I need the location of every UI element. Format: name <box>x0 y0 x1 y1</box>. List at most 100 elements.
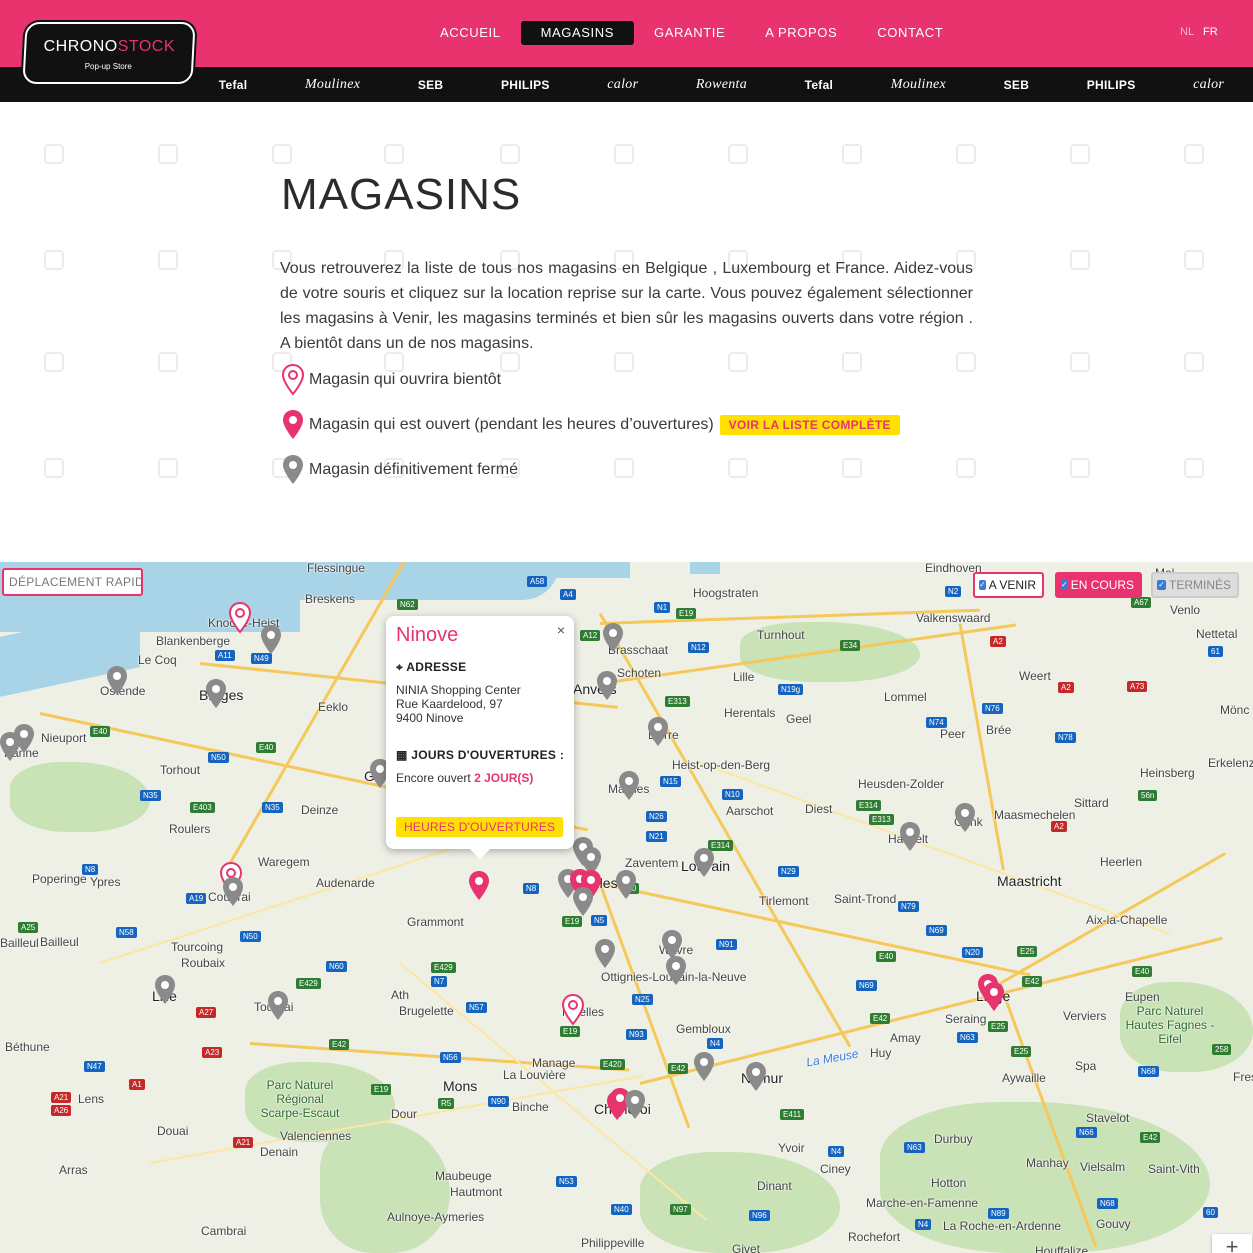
store-marker-closed[interactable] <box>646 716 670 748</box>
place-label: Yvoir <box>778 1141 805 1155</box>
opening-hours-button[interactable]: HEURES D'OUVERTURES <box>396 817 564 837</box>
road-shield: N19g <box>778 684 804 695</box>
road-shield: N4 <box>915 1219 932 1230</box>
popup-close-button[interactable]: × <box>557 622 565 638</box>
nav-magasins[interactable]: MAGASINS <box>520 21 634 45</box>
store-marker-closed[interactable] <box>595 670 619 702</box>
store-marker-closed[interactable] <box>744 1061 768 1093</box>
place-label: Roulers <box>169 822 211 836</box>
appliance-icon <box>728 144 748 164</box>
popup-hours-heading: ▦ JOURS D'OUVERTURES : <box>396 748 565 762</box>
road-shield: E19 <box>371 1084 392 1095</box>
appliance-icon <box>158 352 178 372</box>
store-marker-open[interactable] <box>982 981 1006 1013</box>
store-marker-closed[interactable] <box>953 802 977 834</box>
road-shield: A21 <box>51 1092 72 1103</box>
page-title: MAGASINS <box>281 170 522 219</box>
appliance-icon <box>158 458 178 478</box>
place-label: Givet <box>732 1242 761 1253</box>
place-label: Dinant <box>757 1179 792 1193</box>
place-label: Eeklo <box>318 700 349 714</box>
filter-en-cours[interactable]: ✓ EN COURS <box>1055 572 1142 598</box>
store-marker-closed[interactable] <box>221 876 245 908</box>
store-marker-closed[interactable] <box>105 665 129 697</box>
store-marker-closed[interactable] <box>898 821 922 853</box>
zoom-in-button[interactable]: + <box>1212 1234 1252 1253</box>
road-shield: N68 <box>1138 1066 1159 1077</box>
nav-a-propos[interactable]: A PROPOS <box>745 21 857 45</box>
road-shield: N26 <box>646 811 667 822</box>
store-marker-closed[interactable] <box>593 938 617 970</box>
nav-garantie[interactable]: GARANTIE <box>634 21 745 45</box>
map-marker-icon: ⌖ <box>396 660 404 674</box>
place-label: Hoogstraten <box>693 586 759 600</box>
road-shield: N68 <box>1097 1198 1118 1209</box>
place-label: Schoten <box>617 666 662 680</box>
place-label: Denain <box>260 1145 299 1159</box>
store-marker-soon[interactable] <box>561 994 585 1026</box>
road-shield: N62 <box>397 599 418 610</box>
filter-a-venir[interactable]: ✓ A VENIR <box>973 572 1044 598</box>
store-map[interactable]: A58 A4 N62 N1 E19 A12 N12 E34 A11 N49 E3… <box>0 562 1253 1253</box>
road-shield: A27 <box>196 1007 217 1018</box>
road-shield: N2 <box>945 586 962 597</box>
popup-title: Ninove <box>396 624 459 646</box>
place-label: Bailleul <box>40 935 79 949</box>
lang-nl[interactable]: NL <box>1180 26 1194 38</box>
place-label: Peer <box>940 727 966 741</box>
place-label: Manage <box>532 1056 576 1070</box>
place-label: Fresnes <box>1233 1070 1253 1084</box>
store-marker-closed[interactable] <box>12 723 36 755</box>
store-marker-closed[interactable] <box>692 1051 716 1083</box>
legend-closed-label: Magasin définitivement fermé <box>309 461 518 478</box>
place-label: Lille <box>733 670 755 684</box>
road-shield: 61 <box>1208 646 1223 657</box>
filter-termines[interactable]: ✓ TERMINÉS <box>1151 572 1239 598</box>
place-label: Aulnoye-Aymeries <box>387 1210 485 1224</box>
road-shield: N96 <box>749 1210 770 1221</box>
store-marker-closed[interactable] <box>204 678 228 710</box>
store-marker-closed[interactable] <box>601 622 625 654</box>
nav-contact[interactable]: CONTACT <box>857 21 963 45</box>
lang-fr[interactable]: FR <box>1203 26 1218 38</box>
store-marker-closed[interactable] <box>692 847 716 879</box>
place-label: Lens <box>78 1092 105 1106</box>
brand-tefal: Tefal <box>218 77 248 92</box>
store-marker-closed[interactable] <box>614 869 638 901</box>
store-marker-closed[interactable] <box>153 974 177 1006</box>
store-marker-closed[interactable] <box>623 1089 647 1121</box>
place-label: La Louvière <box>503 1068 566 1082</box>
road-shield: E19 <box>676 608 697 619</box>
store-marker-closed[interactable] <box>571 886 595 918</box>
road-shield: R5 <box>438 1098 455 1109</box>
nav-accueil[interactable]: ACCUEIL <box>420 21 521 45</box>
place-label: Heinsberg <box>1140 766 1195 780</box>
legend-soon: Magasin qui ouvrira bientôt <box>281 364 501 396</box>
place-label: Béthune <box>5 1040 50 1054</box>
popup-address-line: NINIA Shopping Center <box>396 683 521 697</box>
store-marker-open[interactable] <box>467 870 491 902</box>
store-marker-soon[interactable] <box>228 602 252 634</box>
place-label: Audenarde <box>316 876 375 890</box>
road-shield: A58 <box>527 576 548 587</box>
place-label: Gouvy <box>1096 1217 1131 1231</box>
quick-move-input[interactable]: DÉPLACEMENT RAPIDE <box>2 568 143 596</box>
road-shield: N1 <box>654 602 671 613</box>
store-marker-closed[interactable] <box>266 990 290 1022</box>
store-marker-closed[interactable] <box>664 955 688 987</box>
full-list-button[interactable]: VOIR LA LISTE COMPLÈTE <box>719 415 900 435</box>
place-label: Geel <box>786 712 812 726</box>
road-shield: E25 <box>988 1021 1009 1032</box>
road-shield: A19 <box>186 893 207 904</box>
chronostock-logo[interactable]: CHRONOSTOCK Pop-up Store <box>22 22 196 84</box>
brand-seb: SEB <box>417 77 444 92</box>
road-shield: E313 <box>665 696 690 707</box>
road-shield: 56n <box>1138 790 1158 801</box>
road-shield: A25 <box>18 922 39 933</box>
road-shield: N50 <box>208 752 229 763</box>
place-label: Gembloux <box>676 1022 731 1036</box>
store-marker-closed[interactable] <box>259 624 283 656</box>
appliance-icon <box>956 144 976 164</box>
road-shield: N79 <box>898 901 919 912</box>
store-marker-closed[interactable] <box>617 770 641 802</box>
